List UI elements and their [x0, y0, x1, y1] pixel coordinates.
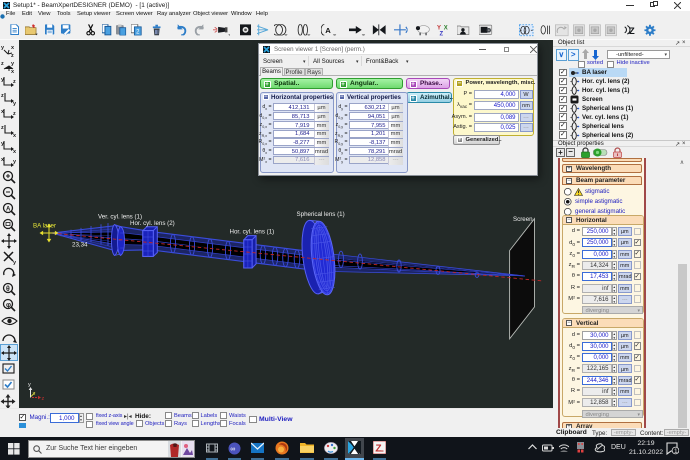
- svg-text:X: X: [444, 25, 448, 31]
- svg-text:y: y: [11, 61, 15, 67]
- svg-text:A: A: [325, 26, 331, 35]
- svg-text:Hor. cyl. lens (2): Hor. cyl. lens (2): [130, 220, 175, 227]
- svg-text:23,34: 23,34: [72, 242, 88, 249]
- svg-text:y: y: [13, 159, 17, 165]
- svg-text:∞: ∞: [230, 446, 235, 453]
- svg-text:z: z: [11, 53, 14, 59]
- svg-text:x: x: [11, 69, 15, 75]
- svg-text:y: y: [13, 101, 17, 107]
- svg-text:z: z: [13, 79, 16, 85]
- svg-text:y: y: [13, 260, 17, 266]
- svg-text:BA laser: BA laser: [33, 223, 56, 230]
- svg-text:z: z: [1, 93, 4, 99]
- svg-text:Z: Z: [629, 26, 635, 35]
- svg-text:z: z: [1, 61, 4, 67]
- svg-text:Screen: Screen: [513, 216, 533, 223]
- svg-text:θ: θ: [6, 286, 10, 293]
- svg-text:φ: φ: [6, 302, 11, 309]
- svg-text:x: x: [13, 133, 17, 139]
- svg-text:Z: Z: [376, 444, 382, 455]
- svg-text:z: z: [13, 111, 16, 117]
- svg-text:x: x: [13, 149, 17, 155]
- svg-text:Z: Z: [440, 31, 444, 35]
- svg-text:2: 2: [136, 30, 139, 36]
- svg-text:z: z: [1, 125, 4, 131]
- svg-text:A: A: [6, 207, 11, 213]
- svg-text:x: x: [11, 45, 15, 51]
- svg-text:z: z: [42, 396, 45, 402]
- svg-text:y: y: [28, 382, 31, 388]
- svg-text:Spherical lens (1): Spherical lens (1): [297, 211, 345, 218]
- svg-text:1: 1: [674, 448, 678, 455]
- svg-text:Hor. cyl. lens (1): Hor. cyl. lens (1): [230, 229, 275, 236]
